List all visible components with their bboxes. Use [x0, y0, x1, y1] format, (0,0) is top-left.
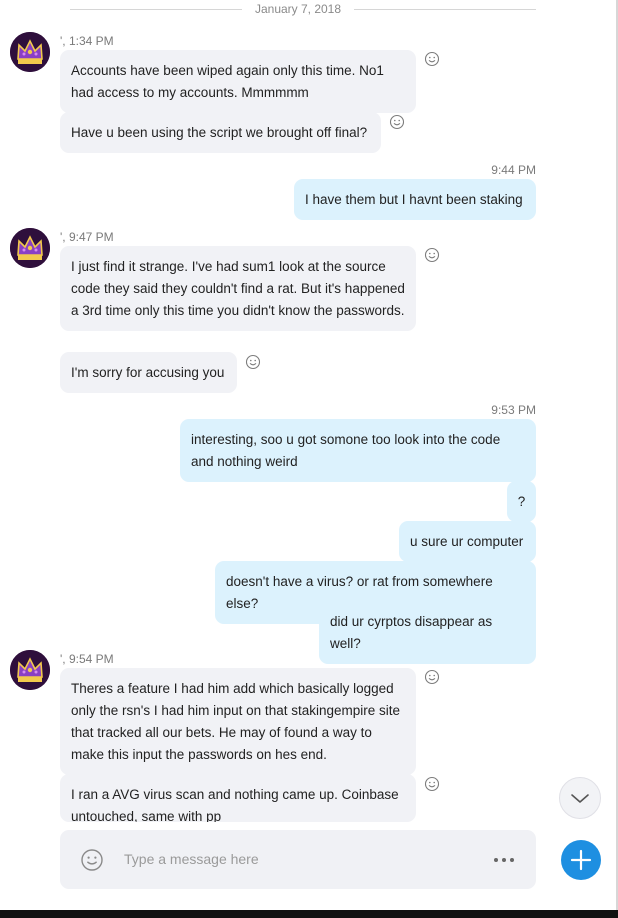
- outgoing-message[interactable]: u sure ur computer: [399, 521, 536, 562]
- more-dots-icon[interactable]: [492, 850, 516, 870]
- chat-window: January 7, 2018 ', 1:34 PM Accounts have…: [0, 0, 618, 918]
- smiley-icon[interactable]: [80, 848, 104, 872]
- message-timestamp: 9:44 PM: [491, 163, 536, 177]
- message-input-placeholder[interactable]: Type a message here: [124, 851, 259, 867]
- outgoing-message[interactable]: ?: [507, 481, 536, 522]
- bottom-edge: [0, 910, 618, 918]
- reaction-smiley-icon[interactable]: [389, 114, 405, 130]
- reaction-smiley-icon[interactable]: [424, 776, 440, 792]
- reaction-smiley-icon[interactable]: [424, 247, 440, 263]
- contact-avatar[interactable]: [10, 32, 50, 72]
- incoming-message[interactable]: Theres a feature I had him add which bas…: [60, 668, 416, 775]
- separator-line: [354, 9, 536, 10]
- incoming-message[interactable]: I'm sorry for accusing you: [60, 352, 237, 393]
- reaction-smiley-icon[interactable]: [424, 51, 440, 67]
- crown-avatar-icon: [10, 228, 50, 268]
- reaction-smiley-icon[interactable]: [245, 354, 261, 370]
- message-composer[interactable]: Type a message here: [60, 830, 536, 889]
- reaction-smiley-icon[interactable]: [424, 669, 440, 685]
- contact-avatar[interactable]: [10, 228, 50, 268]
- plus-icon: [570, 849, 592, 871]
- scroll-to-bottom-button[interactable]: [559, 777, 601, 819]
- message-timestamp: ', 9:54 PM: [60, 652, 114, 666]
- incoming-message[interactable]: Accounts have been wiped again only this…: [60, 50, 416, 113]
- message-timestamp: 9:53 PM: [491, 403, 536, 417]
- incoming-message[interactable]: I ran a AVG virus scan and nothing came …: [60, 774, 416, 822]
- incoming-message[interactable]: Have u been using the script we brought …: [60, 112, 381, 153]
- contact-avatar[interactable]: [10, 650, 50, 690]
- outgoing-message[interactable]: interesting, soo u got somone too look i…: [180, 419, 536, 482]
- date-separator: January 7, 2018: [70, 1, 536, 19]
- incoming-message[interactable]: I just find it strange. I've had sum1 lo…: [60, 246, 416, 331]
- outgoing-message[interactable]: did ur cyrptos disappear as well?: [319, 601, 536, 664]
- chevron-down-icon: [571, 794, 589, 803]
- crown-avatar-icon: [10, 32, 50, 72]
- crown-avatar-icon: [10, 650, 50, 690]
- message-timestamp: ', 9:47 PM: [60, 230, 114, 244]
- outgoing-message[interactable]: I have them but I havnt been staking: [294, 179, 536, 220]
- new-action-button[interactable]: [561, 840, 601, 880]
- message-timestamp: ', 1:34 PM: [60, 34, 114, 48]
